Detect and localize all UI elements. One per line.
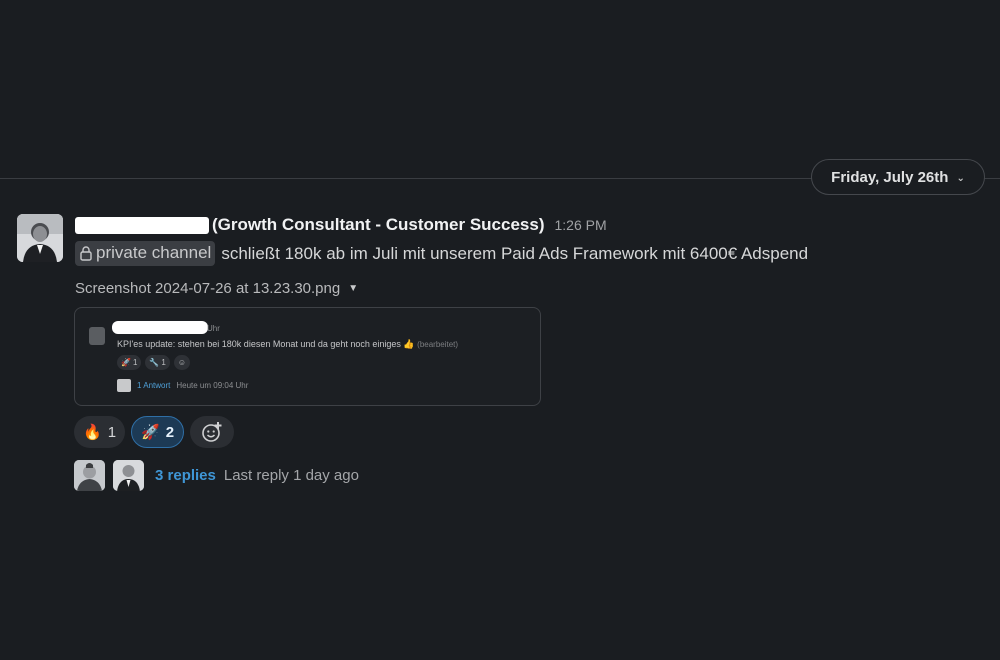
attachment-header: Screenshot 2024-07-26 at 13.23.30.png ▼ [75,280,358,297]
replier-avatar [113,460,144,491]
preview-thread-link: 1 Antwort [137,381,171,390]
preview-edited-label: (bearbeitet) [417,340,459,349]
sender-name-redacted-block [75,217,209,234]
message-text: schließt 180k ab im Juli mit unserem Pai… [221,243,809,263]
reaction-count: 2 [165,423,175,441]
add-reaction-button[interactable] [190,416,235,448]
replier-avatar [74,460,105,491]
preview-reaction-rocket: 🚀 1 [117,355,142,370]
tool-icon: 🔧 [149,358,160,367]
preview-thread-avatar [117,379,131,392]
reaction-count: 1 [107,423,117,441]
preview-message-body: KPI'es update: stehen bei 180k diesen Mo… [117,339,415,349]
preview-reaction-tool: 🔧 1 [145,355,170,370]
message-timestamp[interactable]: 1:26 PM [554,217,606,233]
preview-reactions: 🚀 1 🔧 1 ☺ [117,355,191,370]
add-reaction-icon [202,422,222,442]
replies-link[interactable]: 3 replies [155,467,216,484]
reaction-rocket[interactable]: 🚀 2 [131,416,185,448]
rocket-icon: 🚀 [121,358,131,367]
date-divider-button[interactable]: Friday, July 26th ⌄ [811,159,985,195]
fire-icon: 🔥 [83,424,102,441]
reaction-fire[interactable]: 🔥 1 [74,416,126,448]
last-reply-time: Last reply 1 day ago [223,467,359,484]
attachment-image-preview[interactable]: Uhr KPI'es update: stehen bei 180k diese… [74,307,541,406]
sender-avatar[interactable] [17,214,63,262]
attachment-file-name[interactable]: Screenshot 2024-07-26 at 13.23.30.png [75,280,340,297]
reaction-bar: 🔥 1 🚀 2 [74,416,235,448]
person-photo-icon [17,214,63,262]
thread-summary[interactable]: 3 replies Last reply 1 day ago [74,460,359,491]
caret-down-icon[interactable]: ▼ [348,283,358,294]
person-photo-icon [113,460,144,491]
preview-message-text: KPI'es update: stehen bei 180k diesen Mo… [117,339,458,350]
channel-mention-label: private channel [96,243,212,262]
preview-time-fragment: Uhr [207,324,220,333]
message-body: private channel schließt 180k ab im Juli… [75,241,808,266]
preview-thread-time: Heute um 09:04 Uhr [176,381,249,390]
preview-avatar [89,327,105,345]
date-label: Friday, July 26th [831,168,949,186]
preview-reaction-count: 1 [132,358,138,367]
message-pane: Friday, July 26th ⌄ (Growth Consultant -… [0,0,1000,660]
preview-add-reaction: ☺ [173,355,191,370]
person-photo-icon [74,460,105,491]
add-reaction-icon: ☺ [177,358,187,367]
message-header: (Growth Consultant - Customer Success) 1… [75,215,607,235]
preview-reaction-count: 1 [161,358,166,367]
preview-redacted-name [112,321,208,334]
rocket-icon: 🚀 [141,424,160,441]
chevron-down-icon: ⌄ [956,172,965,184]
preview-thread-row: 1 Antwort Heute um 09:04 Uhr [117,379,248,392]
sender-name[interactable]: (Growth Consultant - Customer Success) [75,215,544,235]
channel-mention[interactable]: private channel [75,241,216,266]
lock-icon [80,246,92,261]
